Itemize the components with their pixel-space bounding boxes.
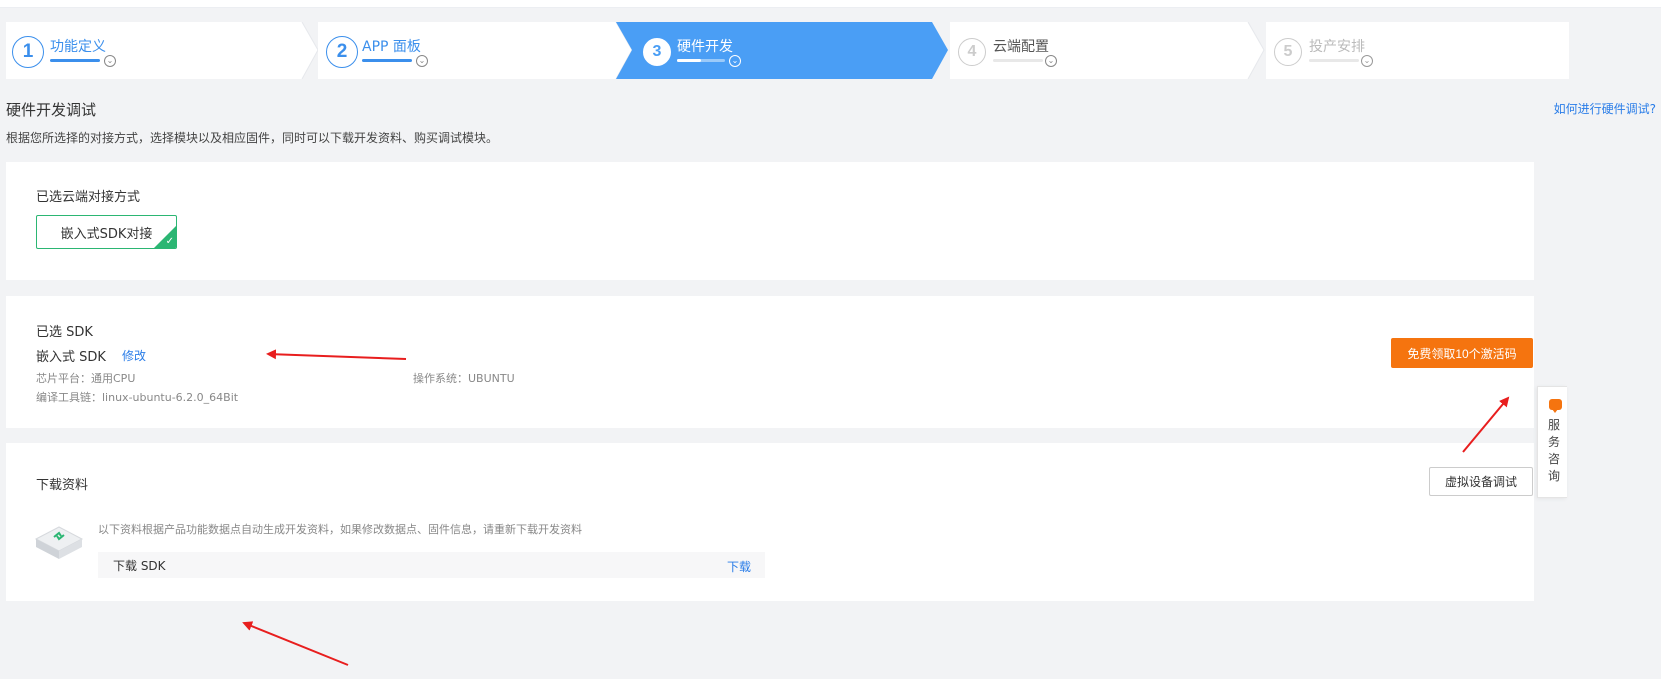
- step-production[interactable]: 5 投产安排 ⌄: [1266, 22, 1569, 79]
- page-title: 硬件开发调试: [6, 101, 97, 119]
- step-function-definition[interactable]: 1 功能定义 ⌄: [6, 22, 318, 79]
- virtual-device-debug-button[interactable]: 虚拟设备调试: [1429, 467, 1533, 496]
- modify-sdk-link[interactable]: 修改: [122, 347, 146, 364]
- download-card: 下载资料 虚拟设备调试 以下资料根据产品功能数据点自动生成开发资料，如果修改数据…: [6, 443, 1534, 601]
- chevron-down-icon[interactable]: ⌄: [416, 55, 428, 67]
- get-activation-codes-button[interactable]: 免费领取10个激活码: [1391, 338, 1533, 368]
- step-label: 功能定义: [50, 39, 106, 55]
- cloud-integration-heading: 已选云端对接方式: [36, 190, 141, 205]
- step-progress-bar: [362, 59, 412, 62]
- service-consult-label: 服务咨询: [1548, 418, 1561, 483]
- progress-stepper: 1 功能定义 ⌄ 2 APP 面板 ⌄ 3 硬件开发 ⌄ 4 云端配置 ⌄ 5 …: [6, 22, 1661, 79]
- step-label: 硬件开发: [677, 39, 733, 55]
- service-consult-tab[interactable]: 服务咨询: [1537, 386, 1567, 498]
- step-number: 2: [326, 36, 358, 68]
- operating-system: 操作系统：UBUNTU: [413, 372, 515, 385]
- step-label: 投产安排: [1309, 39, 1365, 55]
- step-number: 5: [1274, 38, 1302, 66]
- toolchain: 编译工具链：linux-ubuntu-6.2.0_64Bit: [36, 391, 239, 404]
- step-cloud-config[interactable]: 4 云端配置 ⌄: [950, 22, 1266, 79]
- selected-sdk-card: 已选 SDK 嵌入式 SDK 修改 芯片平台：通用CPU 操作系统：UBUNTU…: [6, 296, 1534, 428]
- sdk-name: 嵌入式 SDK: [36, 350, 106, 365]
- cloud-integration-card: 已选云端对接方式 嵌入式SDK对接 ✓: [6, 162, 1534, 280]
- step-progress-bar: [50, 59, 100, 62]
- step-hardware-development[interactable]: 3 硬件开发 ⌄: [616, 22, 950, 79]
- step-progress-bar: [993, 59, 1043, 62]
- hardware-debug-help-link[interactable]: 如何进行硬件调试?: [1554, 100, 1656, 117]
- step-number: 4: [958, 38, 986, 66]
- selected-sdk-heading: 已选 SDK: [36, 325, 93, 340]
- chat-icon: [1549, 399, 1562, 413]
- step-progress-bar: [1309, 59, 1359, 62]
- chevron-down-icon[interactable]: ⌄: [1361, 55, 1373, 67]
- chevron-down-icon[interactable]: ⌄: [104, 55, 116, 67]
- top-bar: [0, 0, 1661, 8]
- download-heading: 下载资料: [36, 478, 89, 493]
- step-progress-bar: [677, 59, 725, 62]
- embedded-sdk-option[interactable]: 嵌入式SDK对接 ✓: [36, 215, 177, 249]
- check-icon: ✓: [165, 236, 174, 247]
- download-item-name: 下载 SDK: [113, 559, 166, 573]
- step-label: APP 面板: [362, 39, 421, 55]
- chevron-down-icon[interactable]: ⌄: [729, 55, 741, 67]
- download-description: 以下资料根据产品功能数据点自动生成开发资料，如果修改数据点、固件信息，请重新下载…: [98, 523, 582, 536]
- page-description: 根据您所选择的对接方式，选择模块以及相应固件，同时可以下载开发资料、购买调试模块…: [6, 131, 499, 145]
- step-label: 云端配置: [993, 39, 1049, 55]
- step-number: 1: [12, 36, 44, 68]
- chevron-down-icon[interactable]: ⌄: [1045, 55, 1057, 67]
- embedded-sdk-option-label: 嵌入式SDK对接: [60, 226, 153, 242]
- download-sdk-link[interactable]: 下载: [727, 558, 751, 575]
- chip-platform: 芯片平台：通用CPU: [36, 372, 136, 385]
- list-item: 下载 SDK 下载: [98, 552, 765, 578]
- annotation-arrow: [242, 621, 349, 666]
- sdk-package-icon: [34, 526, 84, 559]
- step-app-panel[interactable]: 2 APP 面板 ⌄: [318, 22, 634, 79]
- step-number: 3: [643, 38, 671, 66]
